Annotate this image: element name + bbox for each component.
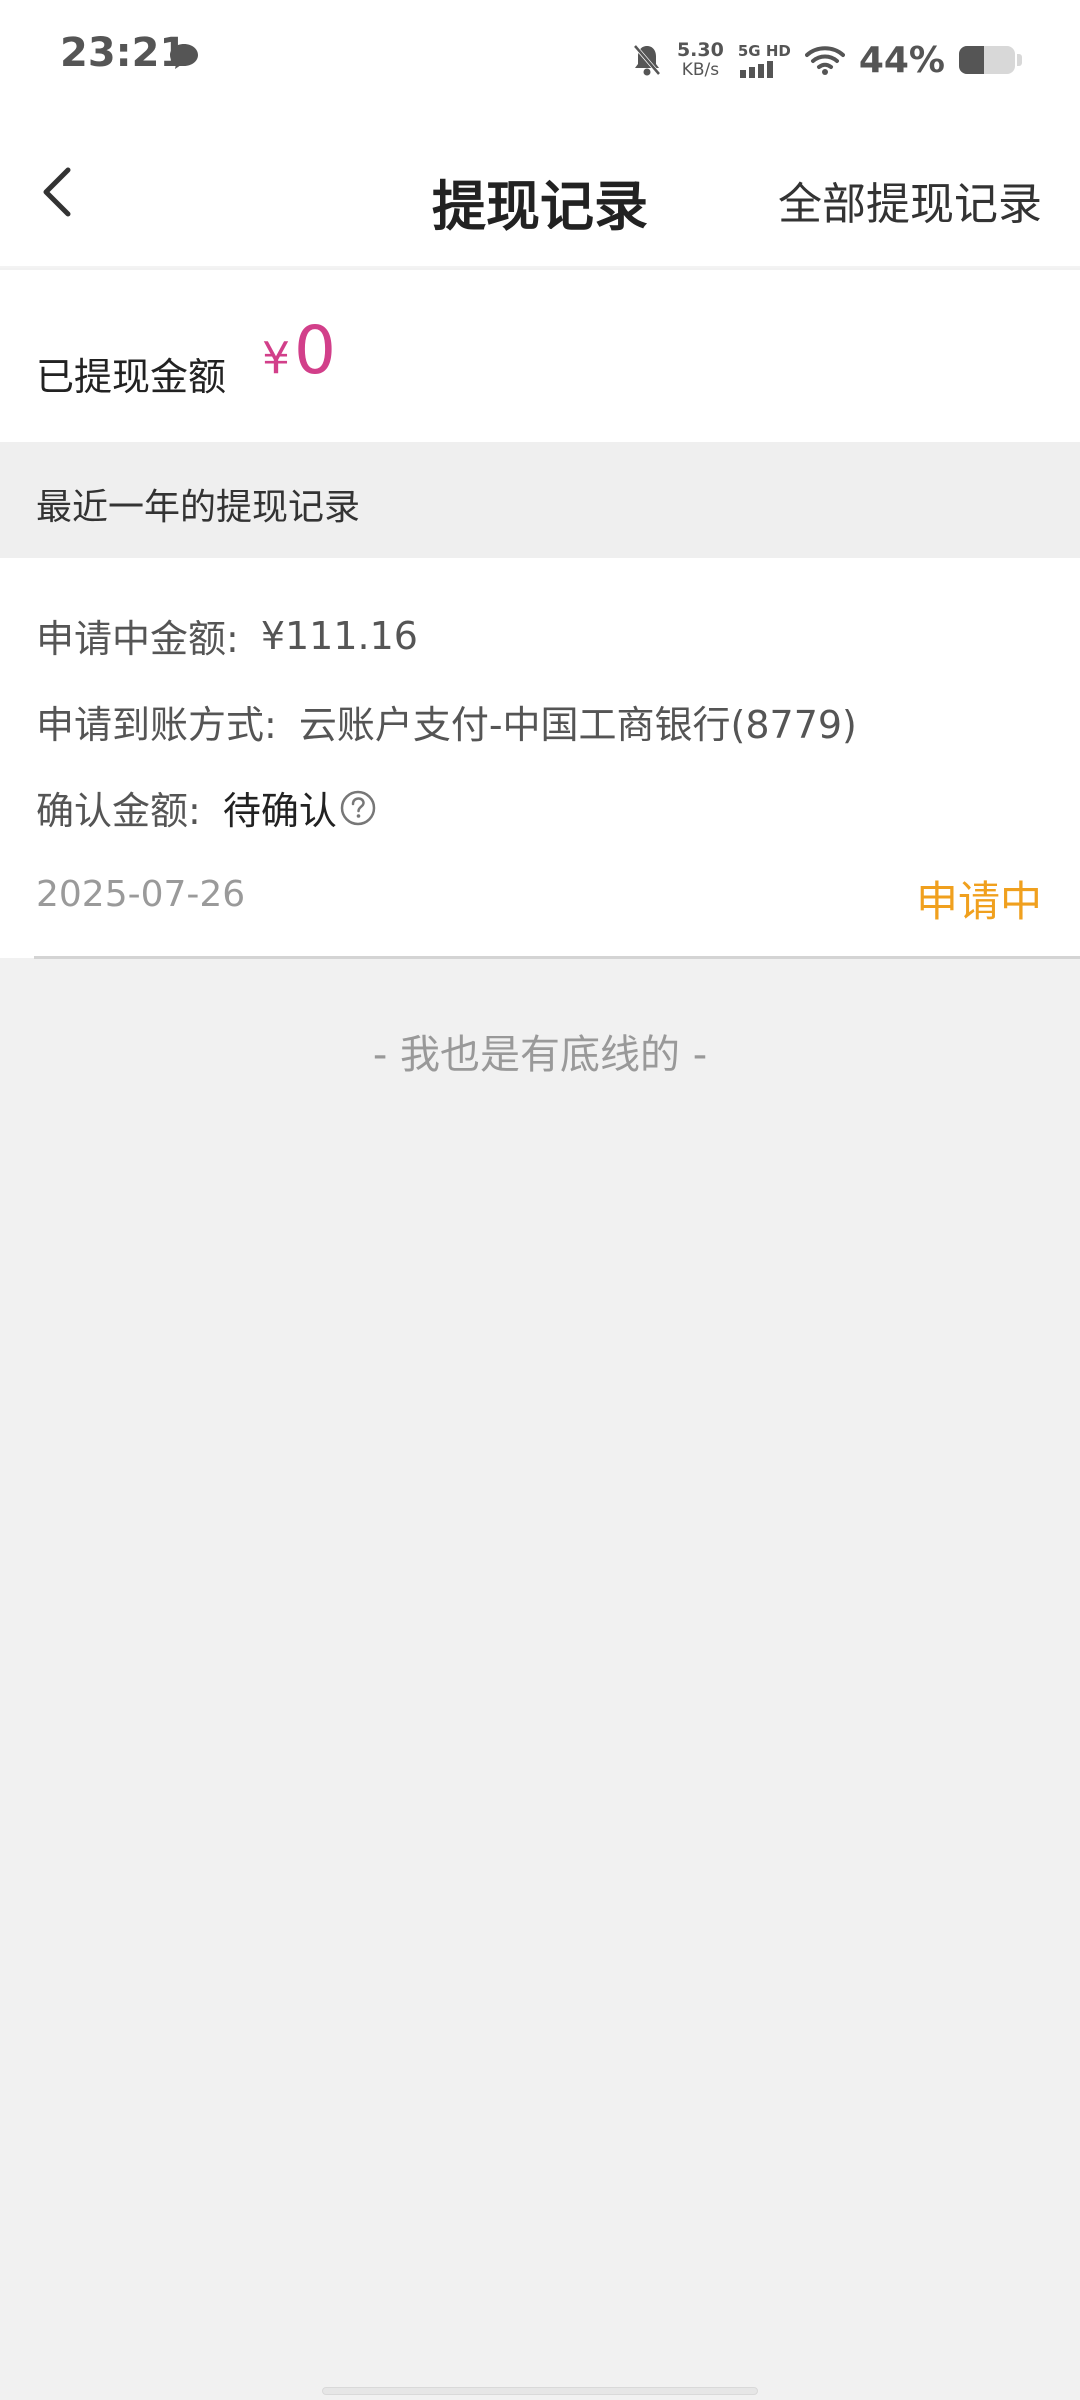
confirm-amount-value: 待确认 — [222, 789, 337, 833]
battery-tip — [1017, 54, 1022, 66]
help-icon[interactable] — [339, 789, 377, 827]
cellular-signal: 5G HD — [738, 42, 791, 78]
currency-symbol: ¥ — [262, 333, 290, 384]
payout-method-row: 申请到账方式: 云账户支付-中国工商银行(8779) — [36, 694, 857, 749]
home-indicator[interactable] — [322, 2387, 758, 2395]
record-date: 2025-07-26 — [36, 874, 246, 915]
signal-bars-icon — [739, 61, 773, 78]
payout-method-value: 云账户支付-中国工商银行(8779) — [298, 703, 857, 747]
wifi-icon — [804, 46, 845, 75]
confirm-amount-label: 确认金额: — [36, 789, 201, 833]
network-speed-value: 5.30 — [676, 39, 724, 61]
network-speed: 5.30 KB/s — [677, 40, 724, 80]
nav-bar: 提现记录 全部提现记录 — [0, 112, 1080, 268]
pending-amount-label: 申请中金额: — [36, 617, 239, 661]
battery-percent: 44% — [858, 39, 945, 81]
pending-amount-row: 申请中金额: ¥111.16 — [36, 608, 418, 663]
confirm-amount-row: 确认金额: 待确认 — [36, 780, 377, 835]
signal-label: 5G HD — [737, 42, 791, 60]
mute-bell-icon — [633, 44, 661, 76]
chat-notification-icon — [170, 44, 198, 69]
pending-amount-value: ¥111.16 — [260, 613, 418, 658]
status-bar: 23:21 5.30 KB/s 5G HD 44% — [0, 0, 1080, 112]
status-indicators: 5.30 KB/s 5G HD 44% — [631, 30, 1022, 90]
record-status: 申请中 — [915, 877, 1042, 926]
section-header: 最近一年的提现记录 — [0, 442, 1080, 558]
withdrawn-amount: ¥ 0 — [262, 312, 336, 389]
network-speed-unit: KB/s — [681, 60, 720, 80]
withdrawal-record[interactable]: 申请中金额: ¥111.16 申请到账方式: 云账户支付-中国工商银行(8779… — [0, 558, 1080, 959]
withdrawn-summary: 已提现金额 ¥ 0 — [0, 270, 1080, 442]
payout-method-label: 申请到账方式: — [36, 703, 277, 747]
battery-fill — [959, 46, 984, 74]
withdrawn-label: 已提现金额 — [36, 355, 227, 399]
section-title: 最近一年的提现记录 — [36, 487, 361, 528]
all-records-link[interactable]: 全部提现记录 — [778, 168, 1042, 232]
withdrawn-amount-value: 0 — [294, 312, 336, 389]
record-divider — [34, 956, 1080, 959]
battery-icon — [959, 46, 1015, 74]
end-of-list-note: - 我也是有底线的 - — [372, 1032, 708, 1078]
